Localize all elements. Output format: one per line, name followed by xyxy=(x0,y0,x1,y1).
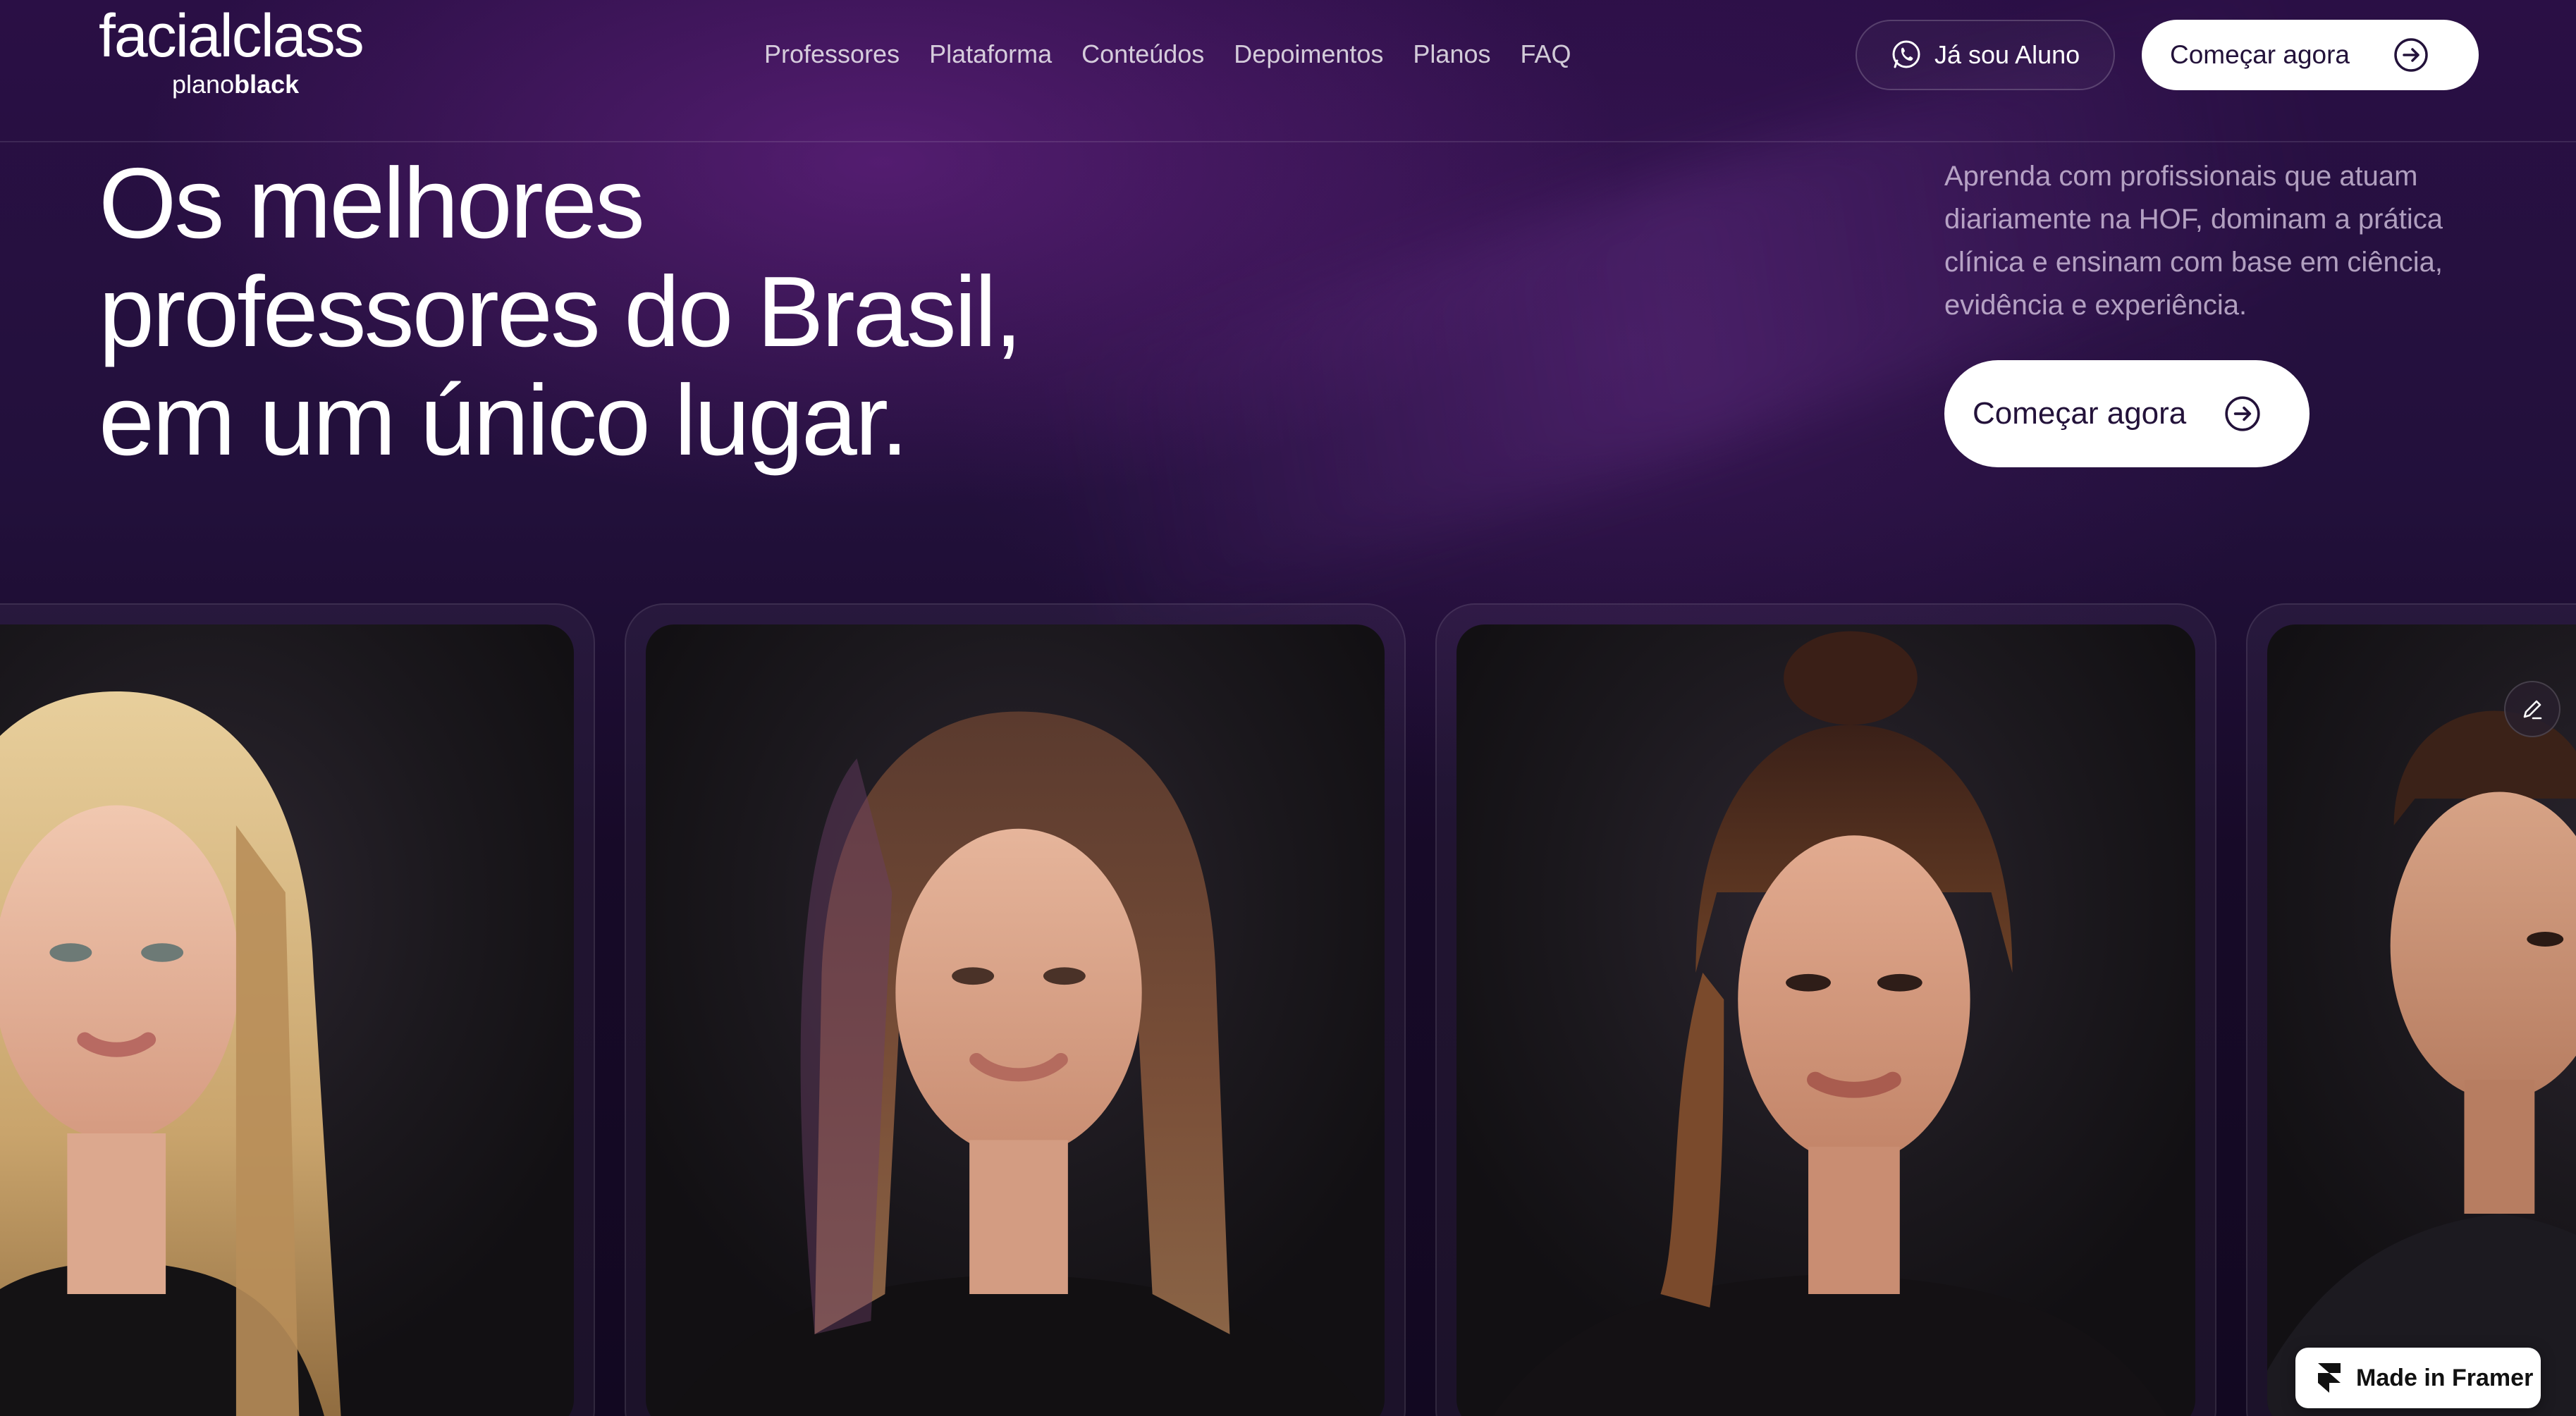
nav-link-faq[interactable]: FAQ xyxy=(1521,38,1571,70)
logo-wordmark: facialclass xyxy=(99,2,364,70)
professor-card[interactable] xyxy=(1435,603,2216,1416)
nav-link-depoimentos[interactable]: Depoimentos xyxy=(1234,38,1383,70)
professor-photo-frame xyxy=(0,624,574,1416)
professor-card[interactable] xyxy=(625,603,1406,1416)
nav-menu: Professores Plataforma Conteúdos Depoime… xyxy=(764,38,1571,70)
nav-link-professores[interactable]: Professores xyxy=(764,38,900,70)
professor-photo-frame xyxy=(1456,624,2195,1416)
hero-title-line-1: Os melhores xyxy=(99,147,645,259)
professors-carousel[interactable] xyxy=(0,603,2576,1416)
made-in-framer-badge[interactable]: Made in Framer xyxy=(2295,1348,2541,1408)
portrait-blonde-woman-icon xyxy=(0,691,341,1416)
start-now-hero-label: Começar agora xyxy=(1973,396,2187,431)
start-now-nav-button[interactable]: Começar agora xyxy=(2142,20,2479,90)
brand-logo[interactable]: facialclass planoblack xyxy=(99,4,395,103)
pencil-icon xyxy=(2523,700,2542,720)
start-now-hero-button[interactable]: Começar agora xyxy=(1944,360,2310,467)
logo-part-class: class xyxy=(231,2,364,70)
edit-button[interactable] xyxy=(2504,681,2560,737)
framer-logo-icon xyxy=(2318,1363,2341,1393)
landing-page: facialclass planoblack Professores Plata… xyxy=(0,0,2576,1416)
hero-description: Aprenda com profissionais que atuam diar… xyxy=(1944,161,2443,321)
nav-link-conteudos[interactable]: Conteúdos xyxy=(1081,38,1204,70)
professor-photo-frame xyxy=(2267,624,2576,1416)
start-now-nav-label: Começar agora xyxy=(2170,40,2350,69)
arrow-right-circle-icon xyxy=(2225,396,2260,431)
nav-link-plataforma[interactable]: Plataforma xyxy=(929,38,1052,70)
portrait-man-in-suit-icon xyxy=(2267,710,2576,1416)
made-in-framer-label: Made in Framer xyxy=(2356,1364,2534,1391)
logo-subtitle: planoblack xyxy=(172,70,299,99)
portrait-brown-hair-woman-icon xyxy=(668,711,1370,1416)
logo-part-facial: facial xyxy=(99,2,233,70)
whatsapp-icon xyxy=(1892,40,1920,68)
arrow-right-circle-icon xyxy=(2394,38,2428,72)
hero-title-line-3: em um único lugar. xyxy=(99,364,909,476)
hero-title: Os melhores professores do Brasil, em um… xyxy=(99,149,1156,475)
top-navbar: facialclass planoblack Professores Plata… xyxy=(0,0,2576,142)
professor-card[interactable] xyxy=(0,603,595,1416)
student-login-button[interactable]: Já sou Aluno xyxy=(1856,20,2115,90)
hero-title-line-2: professores do Brasil, xyxy=(99,256,1022,368)
logo-sub-plano: plano xyxy=(172,70,235,99)
student-login-label: Já sou Aluno xyxy=(1934,40,2080,69)
logo-sub-black: black xyxy=(234,70,300,99)
nav-link-planos[interactable]: Planos xyxy=(1413,38,1490,70)
professor-photo-frame xyxy=(646,624,1385,1416)
portrait-dark-hair-woman-icon xyxy=(1492,631,2167,1416)
